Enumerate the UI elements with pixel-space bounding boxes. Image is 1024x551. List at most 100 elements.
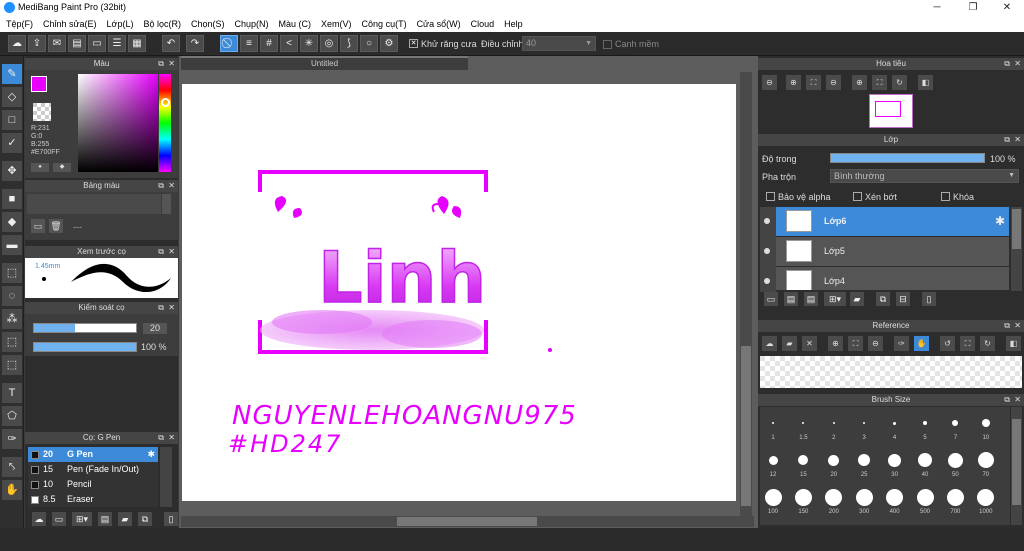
upload-icon[interactable]: ⇪	[28, 35, 46, 52]
opacity-slider[interactable]	[33, 342, 137, 352]
brush-size-option[interactable]	[768, 455, 778, 465]
hand-tool-icon[interactable]: ✋	[2, 480, 22, 500]
add-layer-dropdown-icon[interactable]: ⊞▾	[824, 292, 846, 306]
lock-checkbox[interactable]	[941, 192, 950, 201]
new-layer-icon[interactable]: ▭	[764, 292, 778, 306]
cloud-brush-icon[interactable]: ☁	[32, 512, 46, 526]
close-icon[interactable]: ✕	[168, 302, 175, 314]
undock-icon[interactable]: ⧉	[158, 302, 164, 314]
brush-options-icon[interactable]: ▤	[98, 512, 112, 526]
select-tool-icon[interactable]: ⬚	[2, 263, 22, 283]
brush-size-option[interactable]	[798, 455, 809, 465]
brush-settings-icon[interactable]: ✱	[147, 447, 155, 462]
layer-folder-icon[interactable]: ▰	[850, 292, 864, 306]
duplicate-brush-icon[interactable]: ⧉	[138, 512, 152, 526]
brush-size-scroll-thumb[interactable]	[1012, 419, 1021, 505]
close-icon[interactable]: ✕	[168, 246, 175, 258]
brush-size-option[interactable]	[977, 488, 995, 506]
fit-window-icon[interactable]: ⛶	[806, 75, 821, 90]
undock-icon[interactable]: ⧉	[158, 432, 164, 444]
brush-row[interactable]: 8.5 Eraser	[28, 492, 158, 507]
undock-icon[interactable]: ⧉	[158, 180, 164, 192]
dot-tool-icon[interactable]: □	[2, 110, 22, 130]
reference-fit-icon[interactable]: ⛶	[848, 336, 863, 351]
undock-icon[interactable]: ⧉	[1004, 320, 1010, 332]
maximize-button[interactable]: ❐	[958, 0, 988, 15]
actual-size-icon[interactable]: ⊕	[852, 75, 867, 90]
menu-color[interactable]: Màu (C)	[279, 19, 312, 29]
document-tab[interactable]: Untitled	[181, 56, 468, 70]
clipping-checkbox[interactable]	[853, 192, 862, 201]
blend-mode-select[interactable]: Bình thường ▼	[830, 169, 1019, 183]
reference-zoom-in-icon[interactable]: ⊕	[828, 336, 843, 351]
layer-row[interactable]: Lớp4	[776, 267, 1009, 290]
menu-select[interactable]: Chọn(S)	[191, 19, 225, 29]
brush-row[interactable]: 15 Pen (Fade In/Out)	[28, 462, 158, 477]
canvas-paper[interactable]: Linh NGUYENLEHOANGNU975 #HD247	[182, 84, 736, 501]
menu-help[interactable]: Help	[504, 19, 523, 29]
curve-snap-icon[interactable]: ⟆	[340, 35, 358, 52]
brush-size-option[interactable]	[825, 488, 843, 506]
new-brush-icon[interactable]: ▭	[52, 512, 66, 526]
brush-size-option[interactable]	[855, 488, 873, 506]
select-eraser-icon[interactable]: ⬚	[2, 355, 22, 375]
undock-icon[interactable]: ⧉	[158, 58, 164, 70]
brush-size-option[interactable]	[858, 454, 871, 466]
layer-scrollbar[interactable]	[1011, 207, 1022, 291]
hue-handle[interactable]	[161, 98, 170, 107]
brush-size-option[interactable]	[947, 452, 963, 468]
menu-filter[interactable]: Bộ lọc(R)	[143, 19, 181, 29]
protect-alpha-checkbox[interactable]	[766, 192, 775, 201]
delete-palette-icon[interactable]: 🗑	[49, 219, 63, 233]
layer-scroll-thumb[interactable]	[1012, 209, 1021, 249]
close-button[interactable]: ✕	[992, 0, 1022, 15]
layer-row[interactable]: Lớp6 ✱	[776, 207, 1009, 236]
select-pen-icon[interactable]: ⬚	[2, 332, 22, 352]
delete-brush-icon[interactable]: ▯	[164, 512, 178, 526]
gradient-tool-icon[interactable]: ▬	[2, 235, 22, 255]
horizontal-scroll-thumb[interactable]	[397, 517, 537, 526]
menu-view[interactable]: Xem(V)	[321, 19, 352, 29]
duplicate-layer-icon[interactable]: ⧉	[876, 292, 890, 306]
brush-size-option[interactable]	[923, 421, 927, 425]
grid-icon[interactable]: ▦	[128, 35, 146, 52]
brush-size-option[interactable]	[918, 453, 932, 467]
reference-flip-icon[interactable]: ◧	[1006, 336, 1021, 351]
brush-size-option[interactable]	[981, 419, 990, 427]
reference-rotate-left-icon[interactable]: ↺	[940, 336, 955, 351]
layer-opacity-slider[interactable]	[830, 153, 985, 163]
brush-row[interactable]: 20 G Pen ✱	[28, 447, 158, 462]
grid-snap-icon[interactable]: #	[260, 35, 278, 52]
brush-size-scrollbar[interactable]	[1011, 407, 1022, 525]
settings-icon[interactable]: ⚙	[380, 35, 398, 52]
cloud-icon[interactable]: ☁	[8, 35, 26, 52]
color-tool-a[interactable]: ●	[31, 163, 49, 172]
menu-layer[interactable]: Lớp(L)	[107, 19, 134, 29]
brush-size-option[interactable]	[888, 453, 902, 467]
reference-zoom-out-icon[interactable]: ⊖	[868, 336, 883, 351]
snap-off-icon[interactable]: ⃠	[220, 35, 238, 52]
eraser-tool-icon[interactable]: ◇	[2, 87, 22, 107]
undock-icon[interactable]: ⧉	[1004, 394, 1010, 406]
move-tool-icon[interactable]: ✥	[2, 161, 22, 181]
list-icon[interactable]: ☰	[108, 35, 126, 52]
eyedropper-tool-icon[interactable]: ✑	[2, 429, 22, 449]
brush-size-option[interactable]	[828, 454, 840, 466]
primary-color-swatch[interactable]	[31, 76, 47, 92]
horizontal-scrollbar[interactable]	[181, 516, 754, 527]
undock-icon[interactable]: ⧉	[158, 246, 164, 258]
brush-size-option[interactable]	[916, 488, 934, 506]
magic-wand-icon[interactable]: ⁂	[2, 309, 22, 329]
brush-size-option[interactable]	[863, 422, 866, 424]
palette-scrollbar[interactable]	[162, 194, 171, 214]
brush-size-option[interactable]	[802, 422, 805, 424]
brush-row[interactable]: 10 Pencil	[28, 477, 158, 492]
saturation-value-picker[interactable]	[78, 74, 158, 172]
minimize-button[interactable]: ─	[922, 0, 952, 15]
brush-size-option[interactable]	[772, 422, 774, 424]
brush-list-scrollbar[interactable]	[160, 447, 172, 507]
palette-list[interactable]	[27, 194, 161, 214]
text-tool-icon[interactable]: T	[2, 383, 22, 403]
visibility-eye-icon[interactable]	[764, 218, 770, 224]
undock-icon[interactable]: ⧉	[1004, 134, 1010, 146]
